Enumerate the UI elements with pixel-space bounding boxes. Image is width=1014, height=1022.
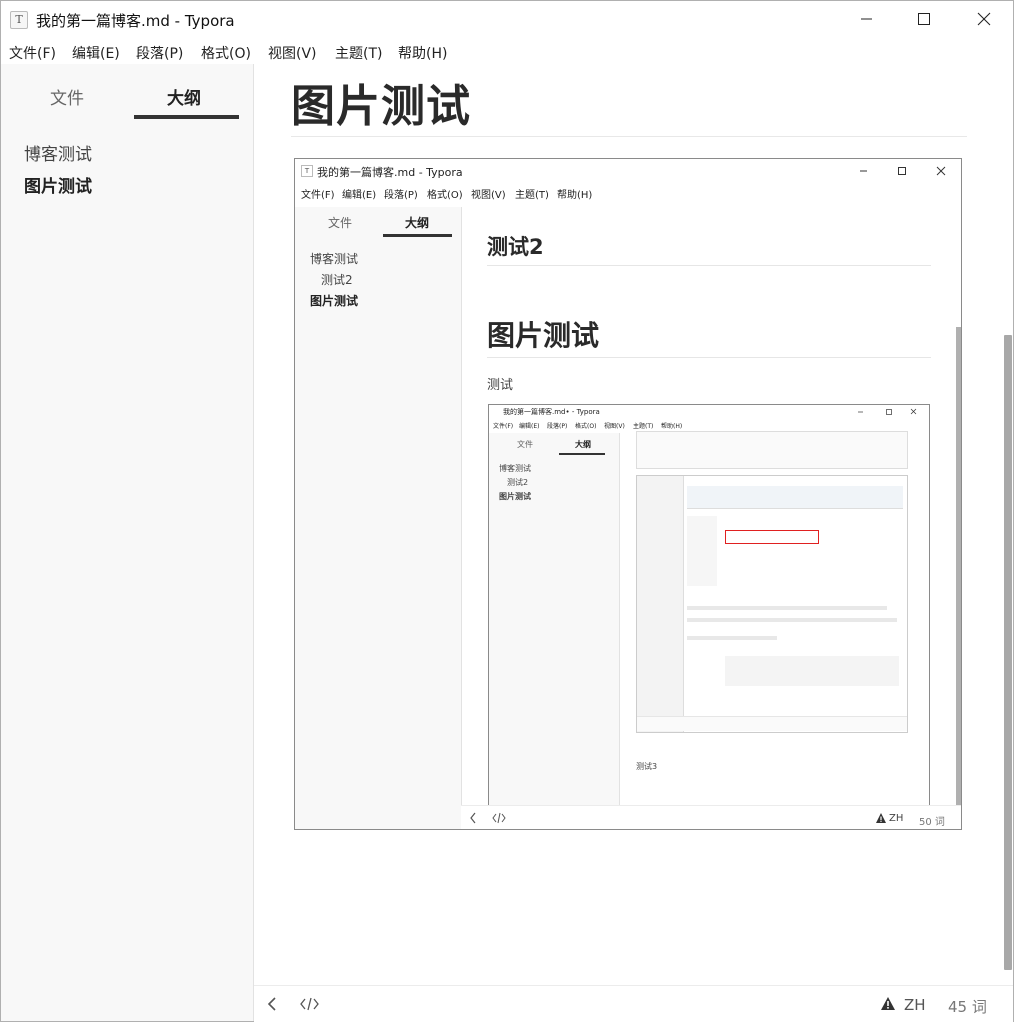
tab-files[interactable]: 文件: [50, 84, 84, 109]
menu-edit[interactable]: 编辑(E): [72, 43, 120, 63]
document-heading[interactable]: 图片测试: [291, 70, 471, 134]
source-code-mode-button[interactable]: [298, 994, 322, 1014]
menu-format[interactable]: 格式(O): [201, 43, 251, 63]
deep-active-tab-indicator: [559, 453, 605, 455]
nested-paragraph: 测试: [487, 378, 514, 393]
minimize-button[interactable]: [837, 1, 895, 37]
outline-item-blog-test[interactable]: 博客测试: [24, 140, 92, 165]
menu-help[interactable]: 帮助(H): [398, 43, 447, 63]
nested-app-icon: T: [301, 165, 313, 177]
nested-menu-file: 文件(F): [301, 190, 335, 201]
scrollbar-thumb[interactable]: [1004, 335, 1012, 970]
status-language[interactable]: ZH: [904, 996, 926, 1014]
typora-app-icon: T: [10, 11, 28, 29]
deep-menu-view: 视图(V): [604, 423, 625, 430]
heading-divider: [291, 136, 967, 137]
deep-prev-screenshot-image: [636, 431, 908, 469]
close-button[interactable]: [954, 1, 1012, 37]
nested-heading-image-test: 图片测试: [487, 319, 600, 352]
nested-scrollbar: [956, 327, 961, 807]
nested-menu-theme: 主题(T): [515, 190, 549, 201]
minimize-icon: [861, 18, 872, 20]
deep-outline-test2: 测试2: [507, 478, 529, 487]
deep-tab-outline: 大纲: [575, 440, 591, 449]
nested-tab-outline: 大纲: [405, 216, 430, 230]
deep-sidebar: [489, 433, 620, 807]
menu-theme[interactable]: 主题(T): [335, 43, 382, 63]
maximize-button[interactable]: [895, 1, 953, 37]
deep-outline-image-test: 图片测试: [499, 492, 531, 501]
deep-tab-files: 文件: [517, 440, 533, 449]
menu-file[interactable]: 文件(F): [9, 43, 56, 63]
warning-icon: [881, 997, 895, 1010]
deep-menu-edit: 编辑(E): [519, 423, 540, 430]
window-title: 我的第一篇博客.md - Typora: [36, 12, 235, 30]
nested-warning-icon: [876, 813, 886, 823]
title-bar: T 我的第一篇博客.md - Typora: [1, 1, 1013, 35]
nested-menu-paragraph: 段落(P): [384, 190, 418, 201]
deep-menu-file: 文件(F): [493, 423, 514, 430]
nested-embedded-screenshot-image: 我的第一篇博客.md• - Typora 文件(F) 编辑(E) 段落(P) 格…: [488, 404, 930, 808]
deep-menu-help: 帮助(H): [661, 423, 683, 430]
nested-menu-edit: 编辑(E): [342, 190, 377, 201]
nested-status-words: 50 词: [919, 817, 945, 828]
nested-window-controls-icon: [860, 166, 946, 176]
nested-active-tab-indicator: [383, 234, 452, 237]
close-icon: [977, 12, 991, 26]
embedded-screenshot-image: T 我的第一篇博客.md - Typora 文件(F) 编辑(E) 段落(P) …: [294, 158, 962, 830]
code-icon: [300, 997, 319, 1011]
nested-outline-test2: 测试2: [321, 273, 353, 287]
nested-heading-test2: 测试2: [487, 235, 544, 259]
nested-outline-image-test: 图片测试: [310, 294, 359, 308]
deep-menu-theme: 主题(T): [633, 423, 654, 430]
menu-view[interactable]: 视图(V): [268, 43, 317, 63]
spellcheck-warning-button[interactable]: [880, 996, 898, 1012]
outline-item-image-test[interactable]: 图片测试: [24, 172, 92, 197]
tab-outline[interactable]: 大纲: [167, 84, 201, 109]
nested-window-title: 我的第一篇博客.md - Typora: [317, 166, 463, 179]
deep-outline-blog-test: 博客测试: [499, 464, 531, 473]
deep-menu-format: 格式(O): [575, 423, 597, 430]
maximize-icon: [918, 13, 930, 25]
nested-menu-format: 格式(O): [427, 190, 463, 201]
toggle-sidebar-button[interactable]: [262, 994, 282, 1014]
deep-window-title: 我的第一篇博客.md• - Typora: [503, 408, 600, 416]
nested-divider: [487, 265, 931, 266]
nested-status-lang: ZH: [889, 813, 904, 824]
nested-tab-files: 文件: [328, 216, 353, 230]
deep-menu-paragraph: 段落(P): [547, 423, 568, 430]
status-bar: ZH 45 词: [254, 985, 1013, 1022]
nested-menu-view: 视图(V): [471, 190, 506, 201]
nested-outline-blog-test: 博客测试: [310, 252, 359, 266]
nested-menu-help: 帮助(H): [557, 190, 593, 201]
deep-file-explorer-screenshot-image: [636, 475, 908, 733]
status-word-count[interactable]: 45 词: [948, 996, 987, 1017]
nested-divider: [487, 357, 931, 358]
deep-window-controls-icon: [858, 408, 917, 415]
menu-paragraph[interactable]: 段落(P): [136, 43, 183, 63]
active-tab-indicator: [134, 115, 239, 119]
nested-status-icons: [470, 812, 506, 824]
deep-paragraph: 测试3: [636, 762, 658, 771]
chevron-left-icon: [267, 997, 276, 1011]
sidebar: 文件 大纲 博客测试 图片测试: [1, 64, 254, 1021]
